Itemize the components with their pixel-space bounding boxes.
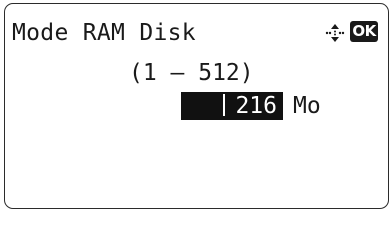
value-input[interactable]: 216 xyxy=(181,92,283,120)
screen-title: Mode RAM Disk xyxy=(12,20,196,46)
value-text: 216 xyxy=(235,93,277,119)
range-label: (1 – 512) xyxy=(129,60,254,86)
lcd-screen: Mode RAM Disk OK (1 – 512) 216 Mo xyxy=(4,3,389,209)
unit-label: Mo xyxy=(293,93,321,119)
value-row: 216 Mo xyxy=(181,91,321,121)
text-cursor xyxy=(223,93,226,116)
four-way-arrow-icon xyxy=(325,24,345,42)
ok-icon[interactable]: OK xyxy=(350,21,378,42)
